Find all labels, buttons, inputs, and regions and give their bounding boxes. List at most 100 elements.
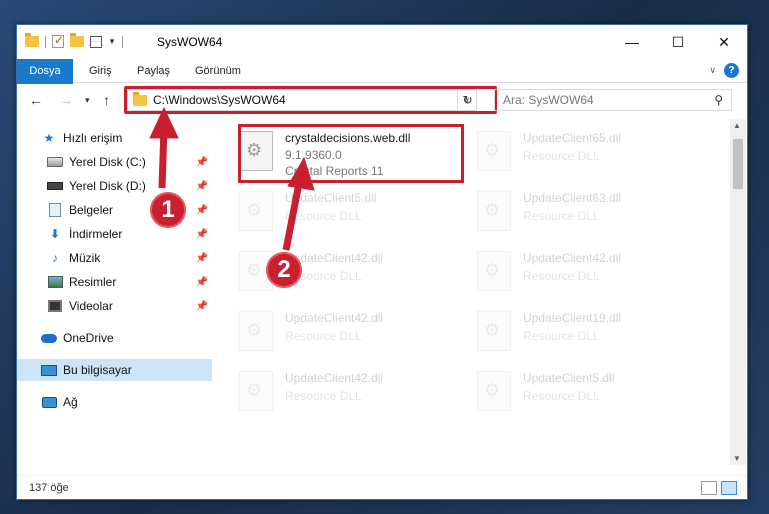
drive-icon [47, 157, 63, 167]
file-item[interactable]: UpdateClient65.dll Resource DLL [475, 123, 695, 177]
sidebar-item-music[interactable]: ♪ Müzik 📌 [17, 247, 212, 269]
file-name: UpdateClient19.dll [523, 311, 622, 325]
step-badge-two: 2 [266, 252, 302, 288]
pin-icon[interactable]: 📌 [196, 181, 208, 192]
status-bar: 137 öğe [17, 475, 747, 499]
sidebar-item-label: Belgeler [69, 203, 114, 217]
file-description: Resource DLL [523, 389, 600, 403]
file-name: UpdateClient42.dll [285, 371, 384, 385]
music-icon: ♪ [52, 251, 58, 265]
up-arrow-icon[interactable]: ↑ [103, 92, 110, 108]
file-item[interactable]: UpdateClient5.dll Resource DLL [237, 183, 457, 237]
back-arrow-icon[interactable]: ← [29, 92, 43, 108]
file-description: Resource DLL [523, 209, 600, 223]
address-row: ← → ▾ ↑ C:\Windows\SysWOW64 ∨ ↻ Ara: Sys… [17, 84, 747, 116]
search-icon: ⚲ [714, 93, 723, 107]
properties-icon[interactable] [90, 35, 102, 48]
window-title: SysWOW64 [157, 35, 223, 49]
sidebar-item-quick-access[interactable]: ★ Hızlı erişim [17, 127, 212, 149]
network-icon [41, 396, 57, 408]
sidebar-item-label: Ağ [63, 395, 78, 409]
file-item[interactable]: UpdateClient42.dll Resource DLL [475, 243, 695, 297]
expand-ribbon-icon[interactable]: ∨ [709, 65, 716, 76]
window-controls: — ☐ ✕ [609, 25, 747, 59]
cloud-icon [41, 333, 57, 343]
tiles-view-icon[interactable] [721, 481, 737, 495]
help-icon[interactable]: ? [724, 63, 739, 78]
file-item[interactable]: UpdateClient19.dll Resource DLL [475, 303, 695, 357]
file-description: Resource DLL [523, 329, 600, 343]
scroll-up-icon[interactable]: ▲ [733, 121, 741, 130]
computer-icon [41, 364, 57, 376]
sidebar-item-label: Bu bilgisayar [63, 363, 132, 377]
sidebar-item-this-pc[interactable]: Bu bilgisayar [17, 359, 212, 381]
file-item[interactable]: UpdateClient42.dll Resource DLL [237, 303, 457, 357]
file-description: Resource DLL [285, 329, 362, 343]
sidebar-item-local-disk-c[interactable]: Yerel Disk (C:) 📌 [17, 151, 212, 173]
minimize-button[interactable]: — [609, 25, 655, 59]
chevron-down-icon[interactable]: ▼ [108, 37, 116, 46]
search-input[interactable]: Ara: SysWOW64 [503, 93, 714, 107]
sidebar-item-label: Yerel Disk (D:) [69, 179, 146, 193]
downloads-icon: ⬇ [49, 227, 61, 241]
sidebar-item-pictures[interactable]: Resimler 📌 [17, 271, 212, 293]
search-box[interactable]: Ara: SysWOW64 ⚲ [494, 89, 732, 111]
file-name: UpdateClient65.dll [523, 131, 622, 145]
sidebar-item-onedrive[interactable]: OneDrive [17, 327, 212, 349]
quick-access-toolbar: ▼ [25, 33, 123, 48]
vertical-scrollbar[interactable]: ▲ ▼ [730, 119, 746, 465]
pin-icon[interactable]: 📌 [196, 277, 208, 288]
dll-file-icon [239, 191, 273, 231]
dll-file-icon [239, 371, 273, 411]
pictures-icon [47, 276, 63, 288]
dll-file-icon [477, 371, 511, 411]
sidebar-item-label: OneDrive [63, 331, 114, 345]
file-description: Resource DLL [523, 149, 600, 163]
sidebar-item-local-disk-d[interactable]: Yerel Disk (D:) 📌 [17, 175, 212, 197]
ribbon-right-controls: ∨ ? [709, 63, 739, 78]
file-description: Resource DLL [285, 209, 362, 223]
pin-icon[interactable]: 📌 [196, 157, 208, 168]
tab-home[interactable]: Giriş [81, 59, 120, 83]
sidebar-item-label: Yerel Disk (C:) [69, 155, 146, 169]
sidebar-item-network[interactable]: Ağ [17, 391, 212, 413]
recent-locations-chevron-icon[interactable]: ▾ [85, 95, 90, 106]
toolbar-divider [45, 35, 46, 48]
videos-icon [48, 300, 62, 312]
tab-view[interactable]: Görünüm [187, 59, 249, 83]
sidebar-item-videos[interactable]: Videolar 📌 [17, 295, 212, 317]
sidebar-item-label: İndirmeler [69, 227, 123, 241]
dll-file-icon [239, 311, 273, 351]
file-description: Resource DLL [523, 269, 600, 283]
file-name: UpdateClient5.dll [523, 371, 615, 385]
pin-icon[interactable]: 📌 [196, 301, 208, 312]
close-button[interactable]: ✕ [701, 25, 747, 59]
drive-icon [47, 182, 63, 190]
pin-icon[interactable]: 📌 [196, 253, 208, 264]
sidebar-item-label: Videolar [69, 299, 113, 313]
ribbon-tabs: Dosya Giriş Paylaş Görünüm ∨ ? [17, 59, 747, 113]
properties-check-icon[interactable] [52, 33, 64, 48]
documents-icon [49, 203, 61, 217]
file-description: Resource DLL [285, 389, 362, 403]
file-item[interactable]: UpdateClient42.dll Resource DLL [237, 363, 457, 417]
details-view-icon[interactable] [701, 481, 717, 495]
dll-file-icon [477, 191, 511, 231]
tab-share[interactable]: Paylaş [129, 59, 178, 83]
pin-icon[interactable]: 📌 [196, 229, 208, 240]
file-highlight-box [238, 124, 464, 183]
sidebar-item-downloads[interactable]: ⬇ İndirmeler 📌 [17, 223, 212, 245]
navigation-pane: ★ Hızlı erişim Yerel Disk (C:) 📌 Yerel D… [17, 119, 212, 465]
scroll-down-icon[interactable]: ▼ [733, 454, 741, 463]
item-count: 137 öğe [29, 482, 69, 494]
forward-arrow-icon[interactable]: → [59, 92, 73, 108]
file-item[interactable]: UpdateClient5.dll Resource DLL [475, 363, 695, 417]
file-item[interactable]: UpdateClient63.dll Resource DLL [475, 183, 695, 237]
file-name: UpdateClient5.dll [285, 191, 377, 205]
scrollbar-thumb[interactable] [733, 139, 743, 189]
file-explorer-window: ▼ SysWOW64 — ☐ ✕ Dosya Giriş Paylaş Görü… [16, 24, 748, 500]
maximize-button[interactable]: ☐ [655, 25, 701, 59]
pin-icon[interactable]: 📌 [196, 205, 208, 216]
new-folder-icon[interactable] [70, 33, 84, 47]
file-name: UpdateClient42.dll [285, 311, 384, 325]
